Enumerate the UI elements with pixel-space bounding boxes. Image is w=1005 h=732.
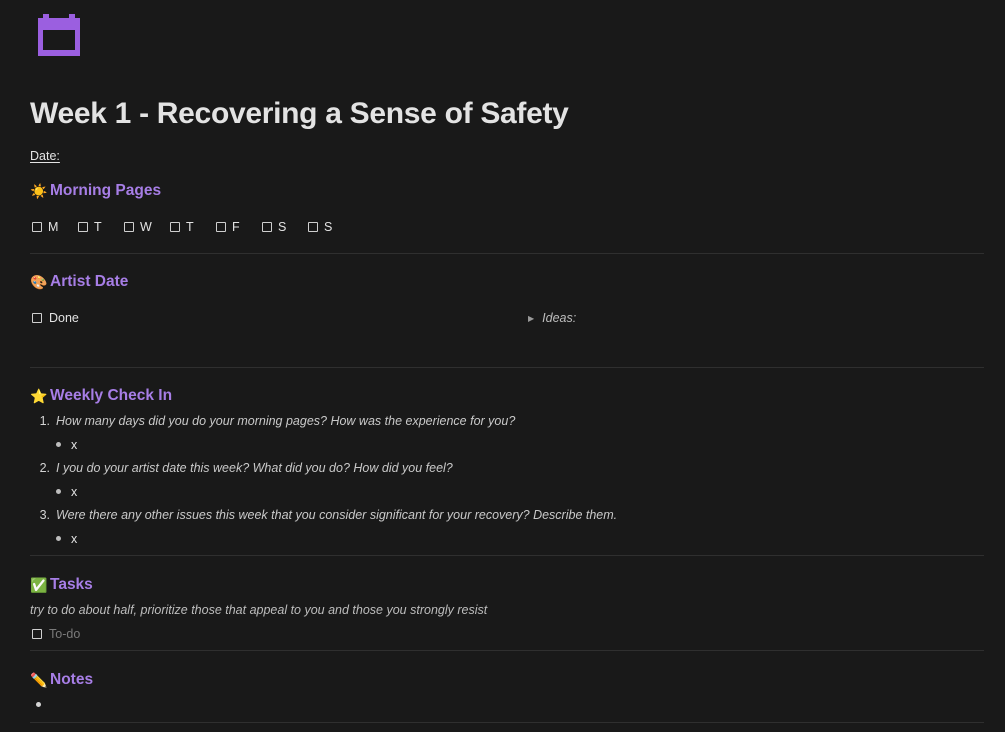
divider [30, 367, 984, 368]
todo-placeholder: To-do [49, 627, 81, 641]
weekly-check-in-title: Weekly Check In [50, 387, 173, 404]
answer-text: x [71, 484, 78, 499]
checkbox[interactable] [32, 222, 42, 232]
day-label: T [186, 220, 194, 234]
day-checkbox-mon[interactable]: M [32, 220, 78, 234]
answer-text: x [71, 531, 78, 546]
artist-date-heading[interactable]: 🎨 Artist Date [30, 273, 128, 291]
notes-title: Notes [50, 671, 94, 688]
day-label: T [94, 220, 102, 234]
day-label: M [48, 220, 59, 234]
tasks-heading[interactable]: ✅ Tasks [30, 576, 93, 594]
day-checkbox-wed[interactable]: W [124, 220, 170, 234]
answer-item[interactable]: x [30, 430, 930, 459]
morning-pages-title: Morning Pages [50, 182, 162, 199]
question-text: Were there any other issues this week th… [56, 508, 618, 522]
checkbox[interactable] [308, 222, 318, 232]
day-checkbox-sun[interactable]: S [308, 220, 354, 234]
day-checkbox-sat[interactable]: S [262, 220, 308, 234]
checkbox[interactable] [78, 222, 88, 232]
answer-item[interactable]: x [30, 524, 930, 553]
artist-date-title: Artist Date [50, 273, 129, 290]
checkbox[interactable] [32, 629, 42, 639]
list-number: 1. [39, 414, 50, 428]
divider [30, 253, 984, 254]
star-icon: ⭐ [30, 387, 48, 404]
toggle-triangle-icon[interactable]: ▶ [528, 314, 534, 323]
question-item[interactable]: 2. I you do your artist date this week? … [30, 459, 930, 477]
weekly-check-in-heading[interactable]: ⭐ Weekly Check In [30, 387, 172, 405]
day-checkbox-fri[interactable]: F [216, 220, 262, 234]
checkbox[interactable] [262, 222, 272, 232]
date-property[interactable]: Date: [30, 149, 60, 163]
divider [30, 722, 984, 723]
check-mark-icon: ✅ [30, 576, 48, 593]
pencil-icon: ✏️ [30, 671, 48, 688]
notes-heading[interactable]: ✏️ Notes [30, 671, 93, 689]
answer-item[interactable]: x [30, 477, 930, 506]
tasks-title: Tasks [50, 576, 93, 593]
checkbox[interactable] [216, 222, 226, 232]
bullet-icon [56, 442, 61, 447]
question-item[interactable]: 1. How many days did you do your morning… [30, 412, 930, 430]
check-in-questions: 1. How many days did you do your morning… [30, 412, 930, 553]
tasks-note[interactable]: try to do about half, prioritize those t… [30, 603, 487, 617]
todo-label: Done [49, 311, 79, 325]
palette-icon: 🎨 [30, 273, 48, 290]
morning-pages-days: M T W T F S S [32, 220, 354, 234]
divider [30, 650, 984, 651]
page-title[interactable]: Week 1 - Recovering a Sense of Safety [30, 97, 569, 131]
sun-icon: ☀️ [30, 182, 48, 199]
bullet-icon [56, 489, 61, 494]
calendar-icon[interactable] [36, 14, 82, 58]
artist-date-done-todo[interactable]: Done [32, 311, 79, 325]
list-number: 3. [39, 508, 50, 522]
list-number: 2. [39, 461, 50, 475]
day-label: S [278, 220, 287, 234]
checkbox[interactable] [124, 222, 134, 232]
day-label: W [140, 220, 152, 234]
ideas-toggle[interactable]: ▶ Ideas: [528, 311, 576, 325]
question-item[interactable]: 3. Were there any other issues this week… [30, 506, 930, 524]
divider [30, 555, 984, 556]
day-checkbox-thu[interactable]: T [170, 220, 216, 234]
toggle-label: Ideas: [542, 311, 577, 325]
answer-text: x [71, 437, 78, 452]
day-label: F [232, 220, 240, 234]
day-label: S [324, 220, 333, 234]
tasks-todo[interactable]: To-do [32, 627, 80, 641]
day-checkbox-tue[interactable]: T [78, 220, 124, 234]
question-text: I you do your artist date this week? Wha… [56, 461, 453, 475]
bullet-icon [56, 536, 61, 541]
checkbox[interactable] [170, 222, 180, 232]
morning-pages-heading[interactable]: ☀️ Morning Pages [30, 182, 161, 200]
checkbox[interactable] [32, 313, 42, 323]
empty-bullet-item[interactable] [36, 702, 41, 707]
question-text: How many days did you do your morning pa… [56, 414, 516, 428]
